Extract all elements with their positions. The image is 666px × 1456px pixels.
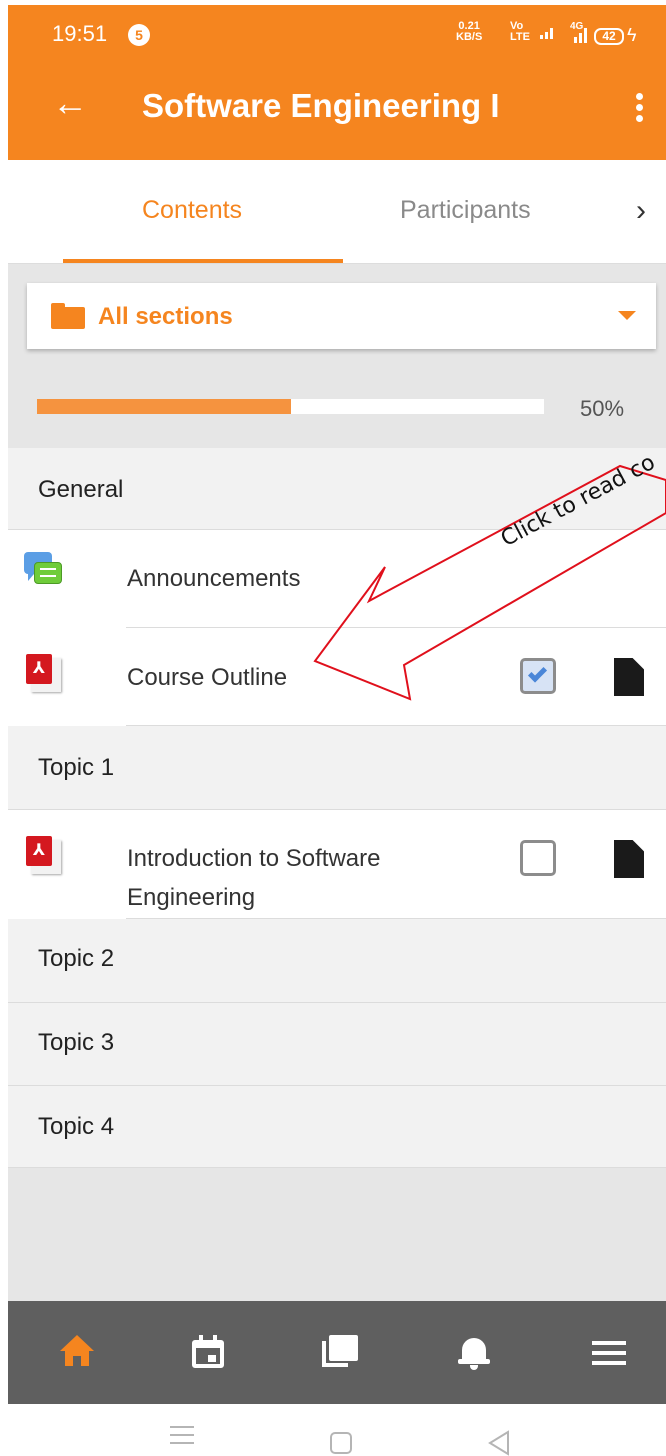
home-icon[interactable] bbox=[59, 1335, 95, 1371]
messages-icon[interactable] bbox=[322, 1335, 358, 1371]
section-title: General bbox=[38, 476, 124, 503]
activity-name: Announcements bbox=[127, 565, 301, 592]
notifications-icon[interactable] bbox=[456, 1335, 492, 1371]
file-icon[interactable] bbox=[614, 840, 644, 878]
forum-icon bbox=[24, 552, 62, 588]
page-title: Software Engineering I bbox=[142, 87, 500, 124]
tab-bar: Contents Participants › bbox=[8, 160, 666, 264]
section-title: Topic 2 bbox=[38, 945, 115, 972]
app-bar: ← Software Engineering I bbox=[8, 59, 666, 160]
file-icon[interactable] bbox=[614, 658, 644, 696]
course-progress-fill bbox=[37, 399, 291, 414]
activity-course-outline[interactable]: ⅄ Course Outline bbox=[8, 628, 666, 726]
signal-icon bbox=[540, 28, 553, 39]
signal-4g-icon bbox=[574, 28, 587, 43]
charging-icon: ϟ bbox=[627, 25, 637, 45]
activity-name: Introduction to Software Engineering bbox=[127, 839, 380, 917]
completion-checkbox-checked[interactable] bbox=[520, 658, 556, 694]
network-speed-unit: KB/S bbox=[456, 31, 483, 43]
menu-icon[interactable] bbox=[592, 1335, 628, 1371]
chevron-right-icon[interactable]: › bbox=[636, 194, 646, 228]
notification-count-badge: 5 bbox=[128, 24, 150, 46]
more-options-icon[interactable] bbox=[636, 93, 644, 126]
activity-name-line-2: Engineering bbox=[127, 884, 256, 911]
active-tab-indicator bbox=[63, 259, 343, 263]
folder-icon bbox=[51, 303, 85, 329]
tab-participants[interactable]: Participants bbox=[400, 196, 531, 225]
home-button-icon[interactable] bbox=[330, 1432, 352, 1454]
recent-apps-icon[interactable] bbox=[170, 1426, 194, 1450]
volte-bottom: LTE bbox=[510, 31, 530, 43]
section-header-topic-4[interactable]: Topic 4 bbox=[8, 1086, 666, 1168]
activity-name: Course Outline bbox=[127, 664, 288, 691]
section-title: Topic 4 bbox=[38, 1113, 115, 1140]
section-title: Topic 3 bbox=[38, 1029, 115, 1056]
tab-contents[interactable]: Contents bbox=[142, 196, 242, 225]
system-navigation-bar bbox=[0, 1404, 666, 1456]
course-progress-label: 50% bbox=[580, 396, 625, 421]
completion-checkbox-unchecked[interactable] bbox=[520, 840, 556, 876]
course-progress-bar bbox=[37, 399, 544, 414]
section-header-topic-2[interactable]: Topic 2 bbox=[8, 919, 666, 1003]
pdf-icon: ⅄ bbox=[26, 836, 61, 874]
empty-content-area bbox=[8, 1168, 666, 1301]
status-bar: 19:51 5 0.21 KB/S Vo LTE 4G 42 ϟ bbox=[8, 5, 666, 59]
battery-icon: 42 bbox=[594, 28, 624, 45]
network-speed: 0.21 KB/S bbox=[456, 21, 482, 43]
activity-announcements[interactable]: Announcements bbox=[8, 530, 666, 628]
bottom-navigation bbox=[8, 1301, 666, 1404]
section-selector-label: All sections bbox=[98, 303, 233, 330]
volte-indicator: Vo LTE bbox=[510, 21, 530, 43]
section-selector[interactable]: All sections bbox=[27, 283, 656, 349]
back-triangle-icon[interactable] bbox=[487, 1430, 511, 1456]
activity-name-line-1: Introduction to Software bbox=[127, 845, 381, 872]
activity-introduction-to-software-engineering[interactable]: ⅄ Introduction to Software Engineering bbox=[8, 810, 666, 919]
status-time: 19:51 bbox=[52, 21, 108, 46]
calendar-icon[interactable] bbox=[190, 1335, 226, 1371]
section-header-topic-1[interactable]: Topic 1 bbox=[8, 726, 666, 810]
pdf-icon: ⅄ bbox=[26, 654, 61, 692]
back-arrow-icon[interactable]: ← bbox=[52, 83, 88, 123]
caret-down-icon bbox=[618, 311, 636, 320]
section-title: Topic 1 bbox=[38, 754, 115, 781]
section-header-topic-3[interactable]: Topic 3 bbox=[8, 1003, 666, 1086]
